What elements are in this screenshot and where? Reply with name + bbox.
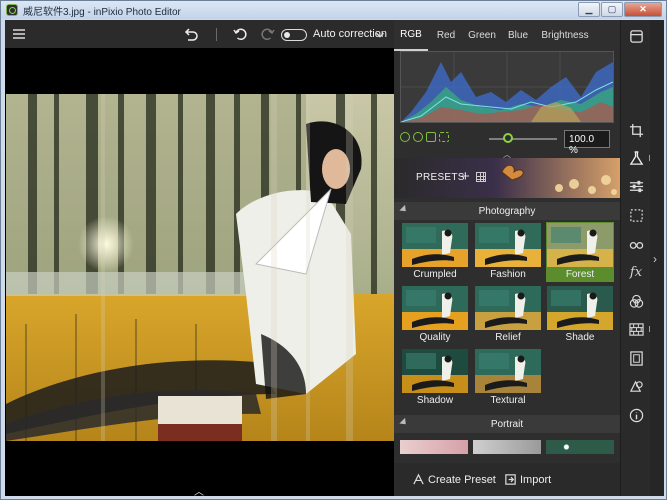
top-toolbar: Auto correction [5,20,394,48]
tab-green[interactable]: Green [464,20,500,51]
info-icon[interactable] [628,407,644,423]
section-portrait-title: Portrait [490,418,524,430]
preset-label: Quality [419,332,451,343]
preset-label: Relief [495,332,521,343]
preset-quality[interactable]: Quality [401,285,469,345]
preset-shade[interactable]: Shade [546,285,614,345]
crop-icon[interactable] [628,122,644,138]
preset-textural[interactable]: Textural [474,348,542,408]
zoom-out-icon[interactable] [400,132,410,142]
create-preset-label: Create Preset [428,473,496,486]
section-photography-title: Photography [478,205,536,217]
app-logo-icon [6,4,18,16]
zoom-slider-handle[interactable] [503,133,513,143]
chevron-right-icon[interactable]: › [653,252,657,266]
preset-label: Textural [490,395,526,406]
preset-thumbnail-image [475,223,541,267]
auto-correction-toggle[interactable] [281,29,307,41]
preset-thumbnail-image [475,349,541,393]
zoom-value-field[interactable]: 100.0 % [564,130,610,156]
shapes-icon[interactable] [628,378,644,394]
zoom-slider-track[interactable] [489,138,557,140]
import-button[interactable]: Import [504,473,551,486]
import-icon [505,474,516,485]
zoom-actual-icon[interactable] [426,132,436,142]
edited-photo [6,94,394,441]
section-photography[interactable]: Photography [394,202,620,220]
close-button[interactable]: ✕ [624,2,662,17]
undo-icon[interactable] [182,25,200,43]
collapse-triangle-icon [399,204,409,215]
frame-icon[interactable] [628,350,644,366]
preset-shadow[interactable]: Shadow [401,348,469,408]
layers-icon[interactable] [628,28,644,44]
expand-filmstrip-icon[interactable]: ︿ [194,483,206,498]
preset-grid: Crumpled Fashion Forest Quality Relief S… [394,220,620,410]
color-circles-icon[interactable] [628,293,644,309]
toolbar-divider [216,28,217,41]
preset-relief[interactable]: Relief [474,285,542,345]
adjust-panel: RGB Red Green Blue Brightness 100.0 % ︿ … [394,20,620,496]
minimize-button[interactable]: ▁ [578,2,600,17]
preset-label: Forest [565,269,595,280]
texture-icon[interactable] [628,321,644,337]
histogram [400,51,614,123]
preset-label: Shade [565,332,595,343]
preset-thumbnail-image [475,286,541,330]
fx-icon[interactable]: fx [628,264,644,280]
chevron-down-icon[interactable] [373,26,387,44]
portrait-preset-thumbnail[interactable] [546,440,614,454]
histogram-tabs: RGB Red Green Blue Brightness [394,20,620,51]
sliders-icon[interactable] [628,178,644,194]
hamburger-menu-icon[interactable] [10,25,28,43]
preset-thumbnail-image [402,349,468,393]
preset-label: Shadow [416,395,454,406]
canvas-panel: Auto correction ︿ [5,20,394,498]
grid-view-icon[interactable] [476,172,486,182]
title-bar: 威尼软件3.jpg - inPixio Photo Editor ▁ ▢ ✕ [1,1,666,19]
preset-actions: Create Preset Import [394,463,620,496]
rotate-right-icon[interactable] [259,25,277,43]
editor-area: Auto correction ︿ RGB Red Green Blue Bri… [5,20,664,498]
add-preset-icon[interactable]: + [461,168,470,185]
window-controls: ▁ ▢ ✕ [577,2,662,17]
photo-canvas[interactable] [6,94,394,441]
portrait-preset-thumbnail[interactable] [400,440,468,454]
create-preset-button[interactable]: Create Preset [412,473,496,486]
app-window: 威尼软件3.jpg - inPixio Photo Editor ▁ ▢ ✕ A… [0,0,667,500]
presets-header: PRESETS + [394,158,620,198]
zoom-fit-icon[interactable] [439,132,449,142]
glasses-icon[interactable] [628,236,644,252]
tab-blue[interactable]: Blue [500,20,536,51]
preset-thumbnail-image [402,223,468,267]
selection-icon[interactable] [628,207,644,223]
preset-thumbnail-image [547,223,613,267]
preset-forest[interactable]: Forest [546,222,614,282]
preset-thumbnail-image [402,286,468,330]
panel-expander[interactable]: › [650,20,664,496]
zoom-controls: 100.0 % [394,127,620,156]
portrait-presets [400,440,614,454]
preset-label: Fashion [490,269,526,280]
preset-crumpled[interactable]: Crumpled [401,222,469,282]
portrait-preset-thumbnail[interactable] [473,440,541,454]
preset-thumbnail-image [547,286,613,330]
rotate-left-icon[interactable] [231,25,249,43]
preset-label: Crumpled [413,269,457,280]
maximize-button[interactable]: ▢ [601,2,623,17]
collapse-triangle-icon [399,417,409,428]
presets-title: PRESETS [416,172,465,183]
import-label: Import [520,473,552,486]
section-portrait[interactable]: Portrait [394,415,620,433]
create-preset-icon [413,473,424,485]
flask-icon[interactable] [628,150,644,166]
tab-red[interactable]: Red [428,20,464,51]
preset-fashion[interactable]: Fashion [474,222,542,282]
zoom-in-icon[interactable] [413,132,423,142]
window-title: 威尼软件3.jpg - inPixio Photo Editor [23,6,181,18]
tab-brightness[interactable]: Brightness [536,20,594,51]
tab-rgb[interactable]: RGB [394,20,428,51]
tool-rail: fx [620,20,651,496]
